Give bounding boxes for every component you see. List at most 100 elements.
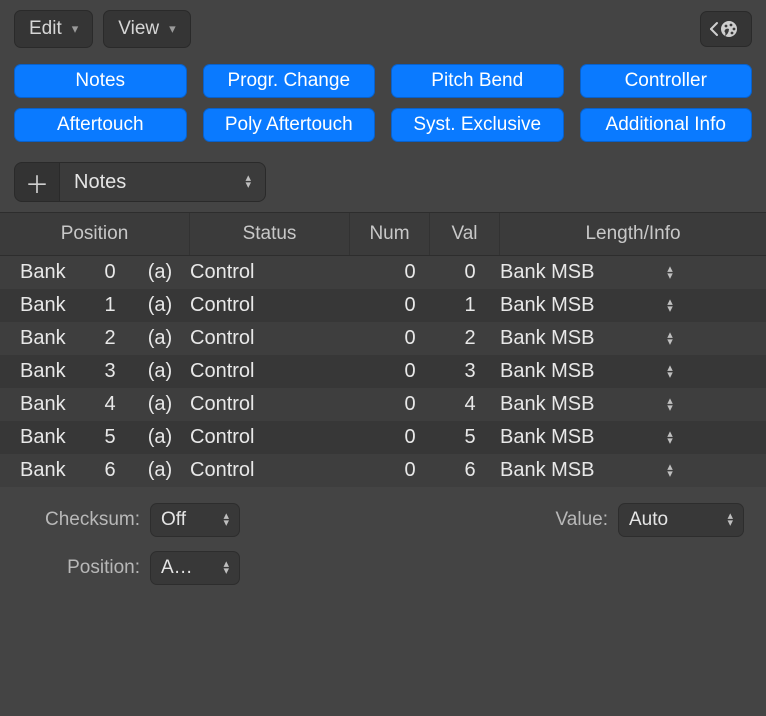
cell-num: 0 bbox=[380, 360, 440, 383]
filter-poly-aftertouch[interactable]: Poly Aftertouch bbox=[203, 108, 376, 142]
cell-index: 5 bbox=[90, 426, 130, 449]
cell-val: 1 bbox=[440, 294, 500, 317]
cell-status: Control bbox=[190, 393, 380, 416]
plus-icon: ＋ bbox=[25, 165, 49, 200]
updown-icon: ▴▾ bbox=[650, 431, 690, 445]
view-menu[interactable]: View ▾ bbox=[103, 10, 190, 48]
row-stepper[interactable]: ▴▾ bbox=[650, 398, 690, 412]
filter-program-change[interactable]: Progr. Change bbox=[203, 64, 376, 98]
row-stepper[interactable]: ▴▾ bbox=[650, 464, 690, 478]
cell-channel: (a) bbox=[130, 360, 190, 383]
checksum-select[interactable]: Off ▴▾ bbox=[150, 503, 240, 537]
filter-controller[interactable]: Controller bbox=[580, 64, 753, 98]
cell-num: 0 bbox=[380, 393, 440, 416]
filter-aftertouch[interactable]: Aftertouch bbox=[14, 108, 187, 142]
updown-icon: ▴▾ bbox=[245, 175, 251, 189]
table-row[interactable]: Bank2(a)Control02Bank MSB▴▾ bbox=[0, 322, 766, 355]
table-row[interactable]: Bank1(a)Control01Bank MSB▴▾ bbox=[0, 289, 766, 322]
updown-icon: ▴▾ bbox=[650, 464, 690, 478]
add-event-bar: ＋ Notes ▴▾ bbox=[0, 158, 766, 212]
filter-pitch-bend[interactable]: Pitch Bend bbox=[391, 64, 564, 98]
cell-info: Bank MSB bbox=[500, 294, 650, 317]
event-table: Position Status Num Val Length/Info Bank… bbox=[0, 212, 766, 487]
position-row: Position: A… ▴▾ bbox=[22, 551, 744, 585]
value-label: Value: bbox=[556, 509, 608, 531]
cell-status: Control bbox=[190, 294, 380, 317]
position-label: Position: bbox=[22, 557, 140, 579]
header-num[interactable]: Num bbox=[350, 213, 430, 255]
cell-channel: (a) bbox=[130, 261, 190, 284]
updown-icon: ▴▾ bbox=[223, 561, 229, 575]
chevron-down-icon: ▾ bbox=[169, 21, 176, 37]
updown-icon: ▴▾ bbox=[650, 266, 690, 280]
filter-row-2: Aftertouch Poly Aftertouch Syst. Exclusi… bbox=[14, 108, 752, 142]
value-value: Auto bbox=[629, 509, 668, 531]
cell-status: Control bbox=[190, 360, 380, 383]
header-status[interactable]: Status bbox=[190, 213, 350, 255]
cell-num: 0 bbox=[380, 459, 440, 482]
position-value: A… bbox=[161, 557, 193, 579]
position-select[interactable]: A… ▴▾ bbox=[150, 551, 240, 585]
table-header: Position Status Num Val Length/Info bbox=[0, 212, 766, 256]
event-type-label: Notes bbox=[74, 171, 126, 194]
cell-info: Bank MSB bbox=[500, 327, 650, 350]
table-row[interactable]: Bank0(a)Control00Bank MSB▴▾ bbox=[0, 256, 766, 289]
row-stepper[interactable]: ▴▾ bbox=[650, 299, 690, 313]
cell-bank: Bank bbox=[20, 393, 90, 416]
table-row[interactable]: Bank5(a)Control05Bank MSB▴▾ bbox=[0, 421, 766, 454]
cell-num: 0 bbox=[380, 294, 440, 317]
cell-val: 6 bbox=[440, 459, 500, 482]
cell-info: Bank MSB bbox=[500, 426, 650, 449]
edit-menu[interactable]: Edit ▾ bbox=[14, 10, 93, 48]
row-stepper[interactable]: ▴▾ bbox=[650, 365, 690, 379]
cell-channel: (a) bbox=[130, 294, 190, 317]
filter-additional-info[interactable]: Additional Info bbox=[580, 108, 753, 142]
top-toolbar: Edit ▾ View ▾ bbox=[0, 0, 766, 56]
table-row[interactable]: Bank3(a)Control03Bank MSB▴▾ bbox=[0, 355, 766, 388]
cell-index: 6 bbox=[90, 459, 130, 482]
cell-num: 0 bbox=[380, 327, 440, 350]
cell-channel: (a) bbox=[130, 327, 190, 350]
add-event-button[interactable]: ＋ bbox=[14, 162, 60, 202]
cell-bank: Bank bbox=[20, 327, 90, 350]
cell-index: 0 bbox=[90, 261, 130, 284]
updown-icon: ▴▾ bbox=[223, 513, 229, 527]
cell-val: 5 bbox=[440, 426, 500, 449]
footer-controls: Checksum: Off ▴▾ Value: Auto ▴▾ Position… bbox=[0, 487, 766, 716]
row-stepper[interactable]: ▴▾ bbox=[650, 431, 690, 445]
header-length-info[interactable]: Length/Info bbox=[500, 213, 766, 255]
filter-notes[interactable]: Notes bbox=[14, 64, 187, 98]
cell-bank: Bank bbox=[20, 294, 90, 317]
cell-channel: (a) bbox=[130, 459, 190, 482]
cell-bank: Bank bbox=[20, 360, 90, 383]
header-val[interactable]: Val bbox=[430, 213, 500, 255]
cell-bank: Bank bbox=[20, 459, 90, 482]
value-select[interactable]: Auto ▴▾ bbox=[618, 503, 744, 537]
table-row[interactable]: Bank6(a)Control06Bank MSB▴▾ bbox=[0, 454, 766, 487]
header-position[interactable]: Position bbox=[0, 213, 190, 255]
checksum-label: Checksum: bbox=[22, 509, 140, 531]
cell-index: 3 bbox=[90, 360, 130, 383]
edit-menu-label: Edit bbox=[29, 18, 62, 40]
cell-bank: Bank bbox=[20, 426, 90, 449]
event-filter-area: Notes Progr. Change Pitch Bend Controlle… bbox=[0, 56, 766, 158]
row-stepper[interactable]: ▴▾ bbox=[650, 266, 690, 280]
cell-info: Bank MSB bbox=[500, 360, 650, 383]
cell-channel: (a) bbox=[130, 426, 190, 449]
filter-sysex[interactable]: Syst. Exclusive bbox=[391, 108, 564, 142]
event-type-select[interactable]: Notes ▴▾ bbox=[60, 162, 266, 202]
checksum-value: Off bbox=[161, 509, 186, 531]
cell-status: Control bbox=[190, 327, 380, 350]
filter-row-1: Notes Progr. Change Pitch Bend Controlle… bbox=[14, 64, 752, 98]
cell-val: 0 bbox=[440, 261, 500, 284]
cell-channel: (a) bbox=[130, 393, 190, 416]
cell-bank: Bank bbox=[20, 261, 90, 284]
palette-icon bbox=[707, 18, 741, 40]
cell-status: Control bbox=[190, 261, 380, 284]
row-stepper[interactable]: ▴▾ bbox=[650, 332, 690, 346]
palette-button[interactable] bbox=[700, 11, 752, 47]
cell-index: 1 bbox=[90, 294, 130, 317]
cell-status: Control bbox=[190, 459, 380, 482]
cell-index: 4 bbox=[90, 393, 130, 416]
table-row[interactable]: Bank4(a)Control04Bank MSB▴▾ bbox=[0, 388, 766, 421]
